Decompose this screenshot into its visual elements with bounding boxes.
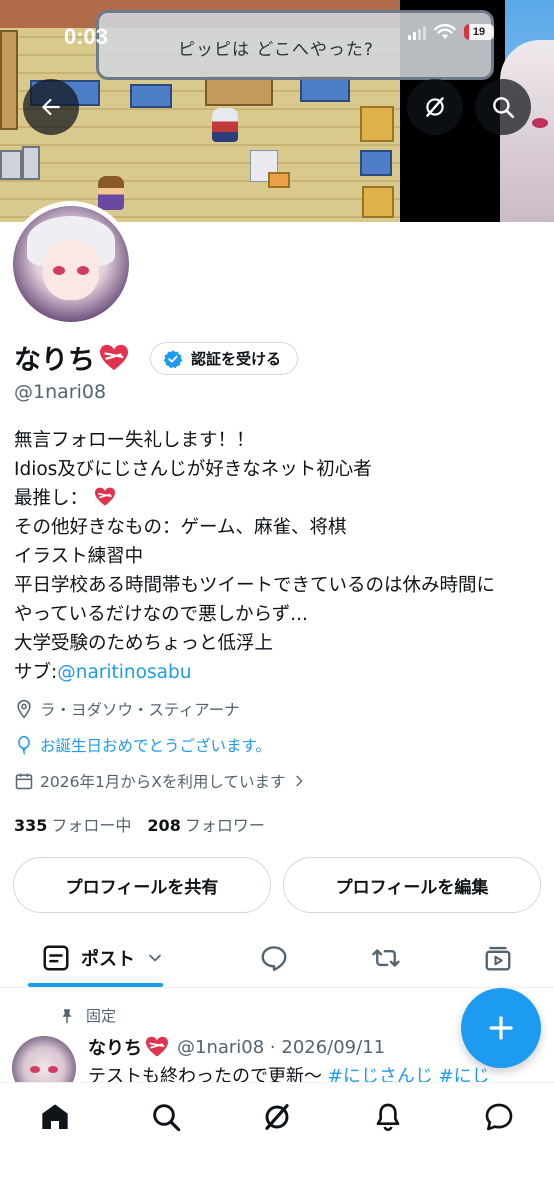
grok-button[interactable] [407, 79, 463, 135]
tab-active-indicator [28, 983, 163, 987]
bio-line: サブ:@naritinosabu [14, 658, 544, 687]
birthday-row: お誕生日おめでとうございます。 [14, 734, 271, 756]
banner-furniture [360, 150, 392, 176]
joined-text: 2026年1月からXを利用しています [40, 773, 286, 791]
battery-level: 19 [472, 26, 486, 38]
bio-line: イラスト練習中 [14, 546, 144, 567]
verified-badge-icon [163, 349, 183, 368]
display-name: なりち [14, 345, 95, 376]
search-icon [493, 97, 515, 119]
location-row: ラ・ヨダソウ・スティアーナ [14, 698, 240, 720]
bio-line: 無言フォロー失礼します！！ [14, 430, 255, 451]
tab-reposts[interactable] [357, 930, 415, 986]
joined-row[interactable]: 2026年1月からXを利用しています [14, 770, 307, 792]
get-verified-label: 認証を受ける [191, 350, 282, 368]
post-author-name[interactable]: なりち [88, 1034, 142, 1060]
following-link[interactable]: 335 フォロー中 [14, 812, 131, 836]
followers-label: フォロワー [184, 816, 265, 835]
reply-icon [261, 946, 287, 972]
followers-count: 208 [147, 816, 181, 835]
banner-computer [0, 150, 22, 180]
bio-line: Idios及びにじさんじが好きなネット初心者 [14, 459, 372, 480]
signal-icon [408, 24, 426, 40]
nav-notifications[interactable] [360, 1097, 416, 1137]
pinned-label: 固定 [86, 1007, 117, 1025]
status-icons: 19 [408, 24, 494, 40]
pinned-indicator: 固定 [58, 1005, 116, 1026]
media-icon [485, 946, 511, 971]
edit-profile-button[interactable]: プロフィールを編集 [283, 857, 541, 913]
bell-icon [376, 1103, 400, 1132]
banner-computer [22, 146, 40, 180]
bio-line: 平日学校ある時間帯もツイートできているのは休み時間に [14, 575, 496, 596]
avatar-image [13, 206, 129, 322]
bio-line: やっているだけなので悪しからず... [14, 604, 308, 625]
arrow-left-icon [41, 98, 60, 116]
search-icon [153, 1104, 181, 1132]
bio-line: 最推し： [14, 484, 544, 513]
get-verified-button[interactable]: 認証を受ける [150, 342, 299, 375]
followers-link[interactable]: 208 フォロワー [147, 812, 264, 836]
posts-icon [43, 945, 69, 971]
tab-posts[interactable]: ポスト [28, 930, 178, 986]
profile-avatar[interactable] [8, 201, 134, 327]
status-time: 0:03 [64, 24, 109, 49]
chevron-right-icon [296, 775, 304, 787]
tab-posts-label: ポスト [81, 949, 135, 970]
calendar-icon [15, 773, 33, 790]
back-button[interactable] [23, 79, 79, 135]
heart-emoji-icon [94, 487, 115, 506]
banner-character [98, 176, 124, 210]
banner-furniture [130, 84, 172, 108]
tab-media[interactable] [469, 930, 527, 986]
repost-icon [372, 949, 400, 967]
bio-line: 大学受験のためちょっと低浮上 [14, 633, 274, 654]
location-pin-icon [17, 699, 31, 719]
battery-icon: 19 [464, 24, 494, 40]
pin-icon [62, 1008, 72, 1023]
profile-tabs: ポスト [0, 930, 554, 988]
banner-crate [360, 106, 394, 142]
nav-messages[interactable] [471, 1097, 527, 1137]
profile-bio: 無言フォロー失礼します！！ Idios及びにじさんじが好きなネット初心者 最推し… [14, 426, 544, 687]
post-handle-date: @1nari08 · 2026/09/11 [177, 1036, 386, 1058]
game-dialog-text: ピッピは どこへやった? [178, 40, 374, 60]
sub-account-link[interactable]: @naritinosabu [57, 662, 191, 683]
profile-handle: @1nari08 [14, 381, 107, 403]
bio-line-prefix: サブ: [14, 662, 58, 683]
post-header: なりち @1nari08 · 2026/09/11 [88, 1034, 385, 1060]
heart-emoji-icon [146, 1036, 168, 1057]
grok-icon [265, 1104, 289, 1130]
nav-grok[interactable] [249, 1097, 305, 1137]
grok-icon [426, 97, 444, 117]
plus-icon [489, 1016, 513, 1040]
banner-item [268, 172, 290, 188]
tab-replies[interactable] [245, 930, 303, 986]
balloon-icon [18, 735, 30, 755]
nav-search[interactable] [138, 1097, 194, 1137]
search-button[interactable] [475, 79, 531, 135]
birthday-text: お誕生日おめでとうございます。 [40, 737, 271, 755]
following-label: フォロー中 [51, 816, 132, 835]
bio-line-prefix: 最推し： [14, 488, 89, 509]
heart-emoji-icon [100, 344, 128, 370]
share-profile-button[interactable]: プロフィールを共有 [13, 857, 271, 913]
banner-character [212, 108, 238, 142]
banner-table [205, 76, 273, 106]
banner-anime-eye [532, 118, 548, 128]
compose-button[interactable] [461, 988, 541, 1068]
nav-home[interactable] [27, 1097, 83, 1137]
home-icon [42, 1104, 68, 1129]
chevron-down-icon [149, 954, 161, 962]
chat-icon [485, 1103, 513, 1131]
banner-shelf [0, 30, 18, 130]
follow-stats: 335 フォロー中 208 フォロワー [14, 812, 265, 836]
banner-crate [362, 186, 394, 218]
following-count: 335 [14, 816, 48, 835]
name-row: なりち [14, 338, 129, 377]
bottom-nav [0, 1082, 554, 1199]
wifi-icon [434, 24, 456, 39]
location-text: ラ・ヨダソウ・スティアーナ [40, 701, 240, 719]
bio-line: その他好きなもの：ゲーム、麻雀、将棋 [14, 517, 347, 538]
